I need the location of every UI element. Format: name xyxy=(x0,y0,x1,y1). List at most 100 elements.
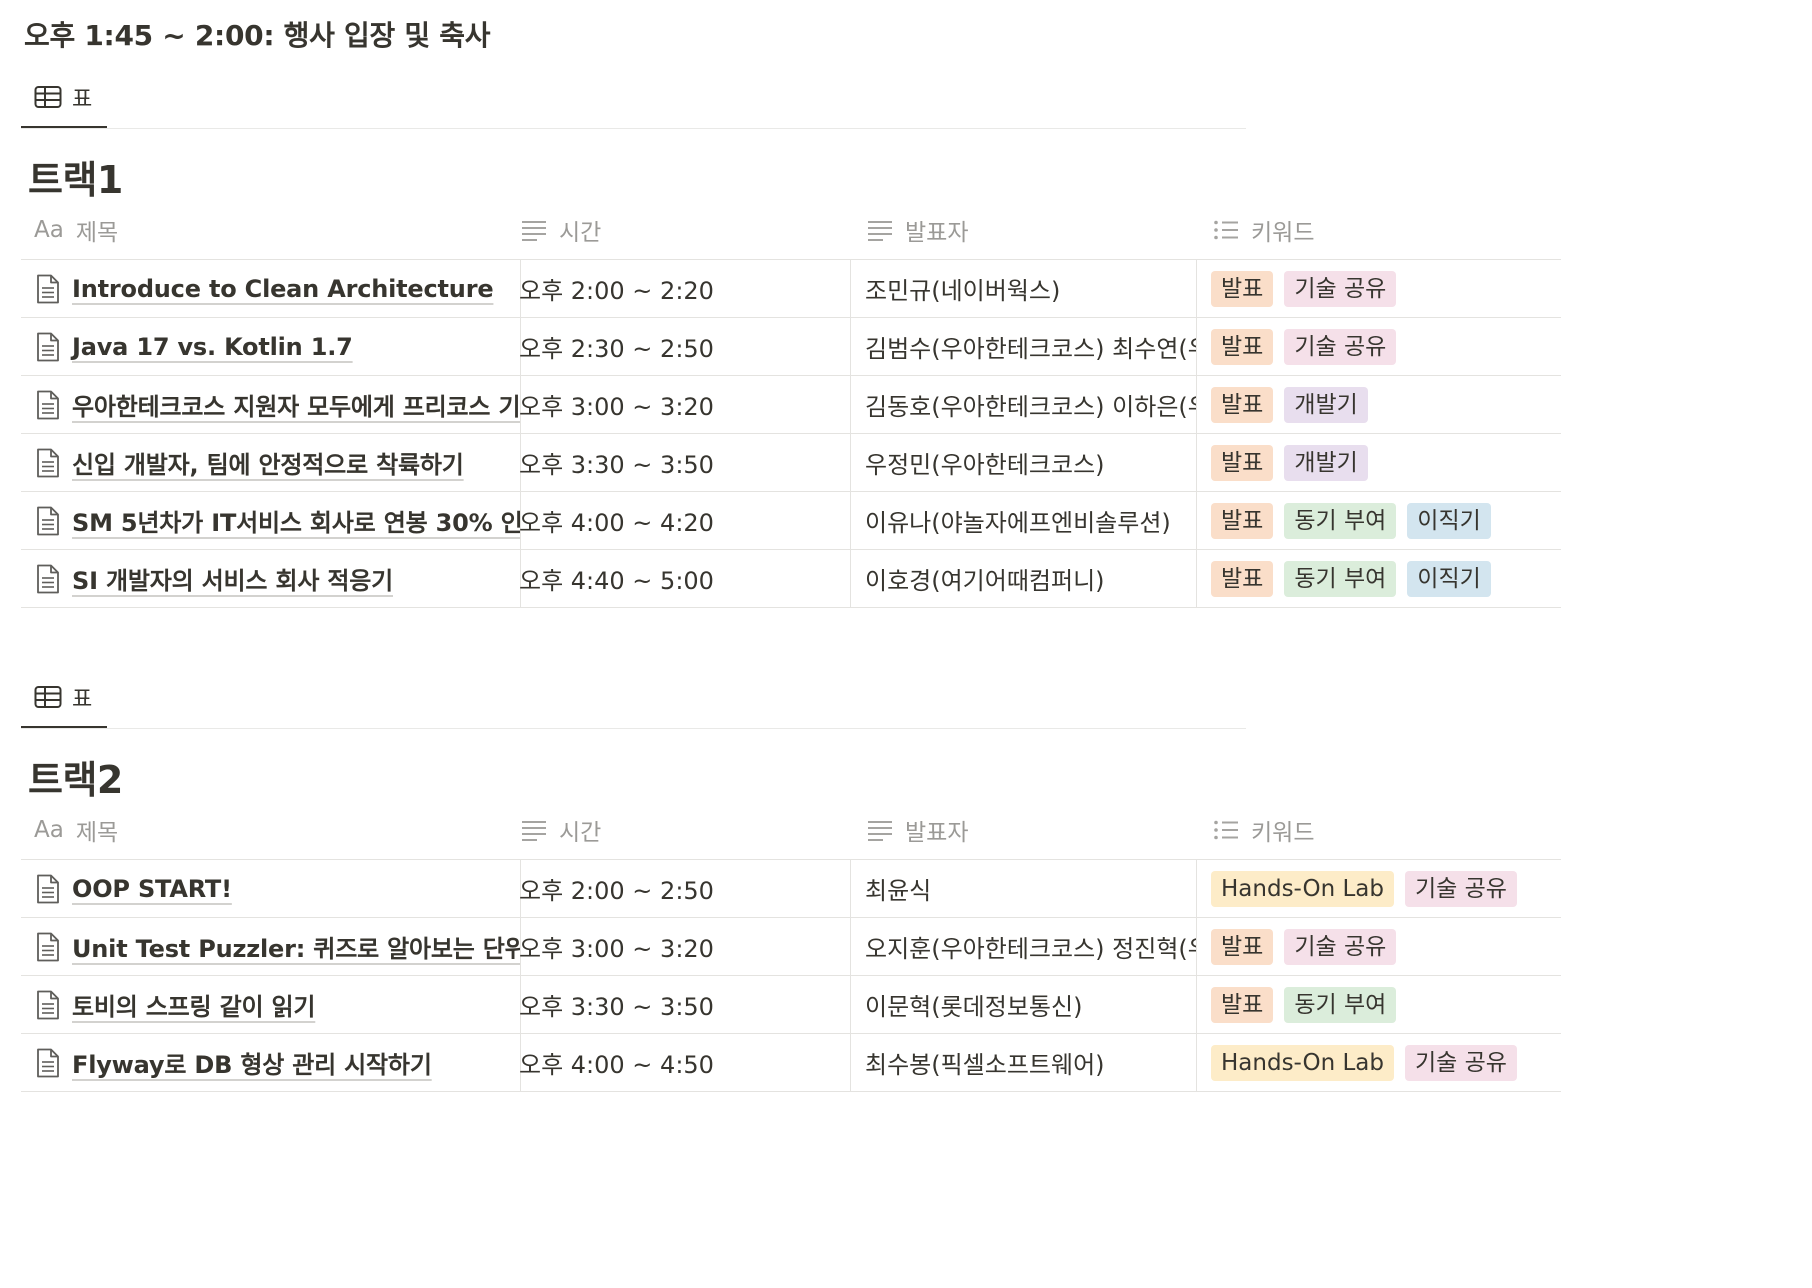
cell-title[interactable]: 신입 개발자, 팀에 안정적으로 착륙하기 xyxy=(21,434,521,491)
page-icon xyxy=(36,390,60,420)
cell-title[interactable]: Flyway로 DB 형상 관리 시작하기 xyxy=(21,1034,521,1091)
keyword-tag[interactable]: 이직기 xyxy=(1407,502,1491,539)
keyword-tag[interactable]: 기술 공유 xyxy=(1405,1044,1517,1081)
cell-keywords[interactable]: Hands-On Lab 기술 공유 xyxy=(1197,860,1561,917)
table-row[interactable]: SI 개발자의 서비스 회사 적응기 오후 4:40 ~ 5:00 이호경(여기어때… xyxy=(21,550,1561,608)
cell-time[interactable]: 오후 4:00 ~ 4:50 xyxy=(505,1034,851,1091)
cell-time[interactable]: 오후 4:40 ~ 5:00 xyxy=(505,550,851,607)
cell-time[interactable]: 오후 2:00 ~ 2:20 xyxy=(505,260,851,317)
keyword-tag[interactable]: 발표 xyxy=(1211,928,1274,965)
view-tab-table[interactable]: 표 xyxy=(22,677,104,717)
keyword-tag[interactable]: 발표 xyxy=(1211,386,1274,423)
header-keywords-label: 키워드 xyxy=(1251,220,1315,246)
keyword-tag[interactable]: 개발기 xyxy=(1284,444,1368,481)
cell-speaker[interactable]: 이유나(야놀자에프엔비솔루션) xyxy=(851,492,1197,549)
page-title-link[interactable]: Introduce to Clean Architecture xyxy=(72,275,494,303)
cell-title[interactable]: 우아한테크코스 지원자 모두에게 프리코스 기회 xyxy=(21,376,521,433)
keyword-tag[interactable]: 이직기 xyxy=(1407,560,1491,597)
header-keywords[interactable]: 키워드 xyxy=(1213,801,1314,859)
page-title-link[interactable]: Unit Test Puzzler: 퀴즈로 알아보는 단위 테스트 xyxy=(72,929,520,964)
keyword-tag[interactable]: Hands-On Lab xyxy=(1211,1044,1394,1081)
cell-speaker[interactable]: 최윤식 xyxy=(851,860,1197,917)
table-row[interactable]: SM 5년차가 IT서비스 회사로 연봉 30% 인상 오후 4:00 ~ 4:2… xyxy=(21,492,1561,550)
cell-speaker[interactable]: 오지훈(우아한테크코스) 정진혁(우아 xyxy=(851,918,1197,975)
page-title-link[interactable]: SI 개발자의 서비스 회사 적응기 xyxy=(72,561,393,596)
cell-keywords[interactable]: Hands-On Lab 기술 공유 xyxy=(1197,1034,1561,1091)
cell-speaker[interactable]: 김동호(우아한테크코스) 이하은(우아 xyxy=(851,376,1197,433)
cell-time[interactable]: 오후 3:30 ~ 3:50 xyxy=(505,976,851,1033)
header-title-label: 제목 xyxy=(75,220,119,246)
page-title-link[interactable]: Java 17 vs. Kotlin 1.7 xyxy=(72,333,353,361)
cell-title[interactable]: Introduce to Clean Architecture xyxy=(21,260,521,317)
cell-keywords[interactable]: 발표 동기 부여 이직기 xyxy=(1197,492,1561,549)
keyword-tag[interactable]: 발표 xyxy=(1211,560,1274,597)
keyword-tag[interactable]: 동기 부여 xyxy=(1284,986,1397,1023)
cell-time[interactable]: 오후 2:00 ~ 2:50 xyxy=(505,860,851,917)
cell-keywords[interactable]: 발표 동기 부여 이직기 xyxy=(1197,550,1561,607)
cell-keywords[interactable]: 발표 개발기 xyxy=(1197,376,1561,433)
header-title[interactable]: Aa 제목 xyxy=(34,801,118,859)
keyword-tag[interactable]: 동기 부여 xyxy=(1284,502,1397,539)
header-keywords[interactable]: 키워드 xyxy=(1213,201,1314,259)
keyword-tag[interactable]: 발표 xyxy=(1211,502,1274,539)
track-title: 트랙2 xyxy=(28,758,123,802)
page-title-link[interactable]: OOP START! xyxy=(72,875,232,903)
header-title[interactable]: Aa 제목 xyxy=(34,201,118,259)
cell-time[interactable]: 오후 3:00 ~ 3:20 xyxy=(505,376,851,433)
cell-time[interactable]: 오후 4:00 ~ 4:20 xyxy=(505,492,851,549)
header-time[interactable]: 시간 xyxy=(521,801,601,859)
header-speaker[interactable]: 발표자 xyxy=(867,801,968,859)
page-icon xyxy=(36,274,60,304)
table-row[interactable]: Introduce to Clean Architecture 오후 2:00 ~… xyxy=(21,260,1561,318)
keyword-tag[interactable]: 발표 xyxy=(1211,986,1274,1023)
cell-speaker[interactable]: 이호경(여기어때컴퍼니) xyxy=(851,550,1197,607)
keyword-tag[interactable]: 기술 공유 xyxy=(1284,928,1397,965)
cell-keywords[interactable]: 발표 기술 공유 xyxy=(1197,918,1561,975)
view-divider xyxy=(21,128,1246,129)
keyword-tag[interactable]: 개발기 xyxy=(1284,386,1368,423)
keyword-tag[interactable]: 발표 xyxy=(1211,270,1274,307)
keyword-tag[interactable]: 동기 부여 xyxy=(1284,560,1397,597)
cell-title[interactable]: OOP START! xyxy=(21,860,521,917)
keyword-tag[interactable]: 발표 xyxy=(1211,328,1274,365)
page-title-link[interactable]: 우아한테크코스 지원자 모두에게 프리코스 기회 xyxy=(72,387,520,422)
cell-keywords[interactable]: 발표 기술 공유 xyxy=(1197,260,1561,317)
header-speaker[interactable]: 발표자 xyxy=(867,201,968,259)
cell-keywords[interactable]: 발표 동기 부여 xyxy=(1197,976,1561,1033)
header-time[interactable]: 시간 xyxy=(521,201,601,259)
table-row[interactable]: 토비의 스프링 같이 읽기 오후 3:30 ~ 3:50 이문혁(롯데정보통신) 발표… xyxy=(21,976,1561,1034)
page-title-link[interactable]: SM 5년차가 IT서비스 회사로 연봉 30% 인상 xyxy=(72,503,520,538)
cell-speaker[interactable]: 이문혁(롯데정보통신) xyxy=(851,976,1197,1033)
table-row[interactable]: Flyway로 DB 형상 관리 시작하기 오후 4:00 ~ 4:50 최수봉(픽… xyxy=(21,1034,1561,1092)
cell-title[interactable]: SI 개발자의 서비스 회사 적응기 xyxy=(21,550,521,607)
cell-keywords[interactable]: 발표 개발기 xyxy=(1197,434,1561,491)
page-title-link[interactable]: 토비의 스프링 같이 읽기 xyxy=(72,987,315,1022)
cell-time[interactable]: 오후 2:30 ~ 2:50 xyxy=(505,318,851,375)
cell-title[interactable]: Unit Test Puzzler: 퀴즈로 알아보는 단위 테스트 xyxy=(21,918,521,975)
multi-select-property-icon xyxy=(1213,819,1239,841)
keyword-tag[interactable]: 기술 공유 xyxy=(1405,870,1517,907)
table-row[interactable]: 신입 개발자, 팀에 안정적으로 착륙하기 오후 3:30 ~ 3:50 우정민(우… xyxy=(21,434,1561,492)
cell-title[interactable]: 토비의 스프링 같이 읽기 xyxy=(21,976,521,1033)
view-tab-table[interactable]: 표 xyxy=(22,77,104,117)
keyword-tag[interactable]: Hands-On Lab xyxy=(1211,870,1394,907)
table-row[interactable]: OOP START! 오후 2:00 ~ 2:50 최윤식 Hands-On Lab 기… xyxy=(21,860,1561,918)
page-title-link[interactable]: 신입 개발자, 팀에 안정적으로 착륙하기 xyxy=(72,445,464,480)
cell-speaker[interactable]: 우정민(우아한테크코스) xyxy=(851,434,1197,491)
cell-title[interactable]: Java 17 vs. Kotlin 1.7 xyxy=(21,318,521,375)
keyword-tag[interactable]: 발표 xyxy=(1211,444,1274,481)
cell-keywords[interactable]: 발표 기술 공유 xyxy=(1197,318,1561,375)
keyword-tag[interactable]: 기술 공유 xyxy=(1284,328,1397,365)
cell-speaker[interactable]: 최수봉(픽셀소프트웨어) xyxy=(851,1034,1197,1091)
cell-title[interactable]: SM 5년차가 IT서비스 회사로 연봉 30% 인상 xyxy=(21,492,521,549)
page-title-link[interactable]: Flyway로 DB 형상 관리 시작하기 xyxy=(72,1045,432,1080)
view-tab-label: 표 xyxy=(72,687,93,712)
cell-time[interactable]: 오후 3:00 ~ 3:20 xyxy=(505,918,851,975)
table-row[interactable]: Java 17 vs. Kotlin 1.7 오후 2:30 ~ 2:50 김범수(… xyxy=(21,318,1561,376)
table-row[interactable]: Unit Test Puzzler: 퀴즈로 알아보는 단위 테스트오후 3:0… xyxy=(21,918,1561,976)
keyword-tag[interactable]: 기술 공유 xyxy=(1284,270,1397,307)
cell-speaker[interactable]: 조민규(네이버웍스) xyxy=(851,260,1197,317)
table-row[interactable]: 우아한테크코스 지원자 모두에게 프리코스 기회 오후 3:00 ~ 3:20 김동… xyxy=(21,376,1561,434)
cell-speaker[interactable]: 김범수(우아한테크코스) 최수연(우아 xyxy=(851,318,1197,375)
cell-time[interactable]: 오후 3:30 ~ 3:50 xyxy=(505,434,851,491)
